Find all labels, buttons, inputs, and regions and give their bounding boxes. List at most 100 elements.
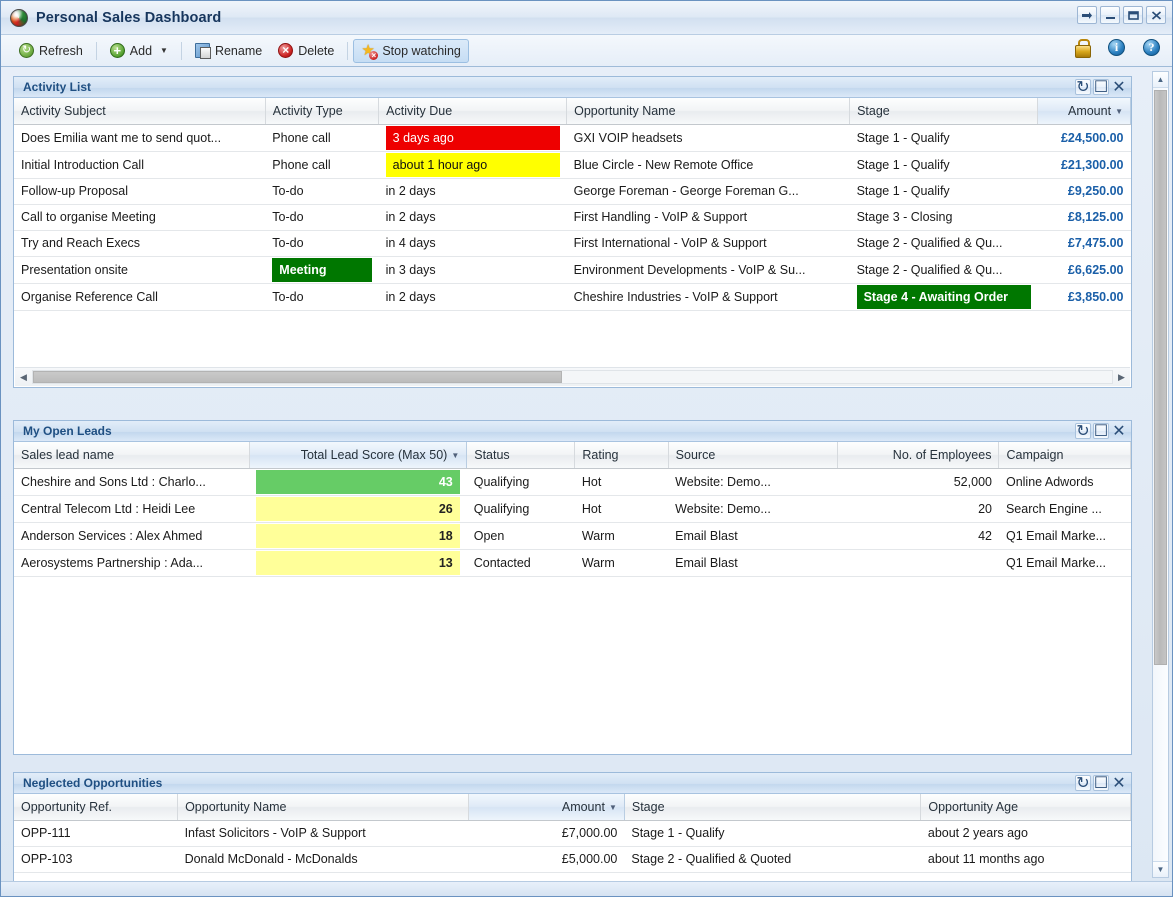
minimize-button[interactable]: [1100, 6, 1120, 24]
scroll-down-arrow-icon[interactable]: ▼: [1153, 861, 1168, 877]
column-header[interactable]: Amount ▼: [468, 794, 625, 821]
rename-button[interactable]: Rename: [187, 39, 270, 63]
main-toolbar: Refresh Add ▼ Rename Delete Stop watchin…: [1, 35, 1172, 67]
lead-score-cell: 13: [249, 549, 467, 577]
table-row[interactable]: Presentation onsite Meeting in 3 days Envir…: [14, 256, 1131, 284]
activity-type-cell: To-do: [265, 204, 379, 231]
panel-maximize-icon[interactable]: ☐: [1093, 423, 1109, 440]
scroll-left-arrow-icon[interactable]: ◀: [15, 369, 32, 386]
activity-due-cell-highlight: about 1 hour ago: [385, 152, 560, 177]
close-button[interactable]: [1146, 6, 1166, 24]
add-icon: [109, 43, 125, 58]
column-header[interactable]: Opportunity Name: [566, 98, 851, 125]
table-row[interactable]: OPP-111 Infast Solicitors - VoIP & Suppor…: [14, 820, 1131, 847]
column-header[interactable]: Activity Due: [378, 98, 568, 125]
refresh-icon: [19, 43, 34, 58]
table-row[interactable]: Follow-up Proposal To-do in 2 days George F…: [14, 178, 1131, 205]
opportunity-age-cell: about 11 months ago: [920, 846, 1131, 873]
delete-button[interactable]: Delete: [270, 39, 342, 63]
table-row[interactable]: Anderson Services : Alex Ahmed 18 Open Warm…: [14, 522, 1131, 550]
opportunity-name-cell: George Foreman - George Foreman G...: [566, 178, 850, 205]
activity-list-horizontal-scrollbar[interactable]: ◀ ▶: [15, 367, 1130, 386]
column-header[interactable]: Stage: [624, 794, 922, 821]
amount-cell: £3,850.00: [1037, 283, 1131, 311]
panel-open-leads: My Open Leads ↻ ☐ ✕ Sales lead name Total…: [13, 420, 1132, 755]
column-header[interactable]: Activity Type: [265, 98, 380, 125]
campaign-cell: Search Engine ...: [998, 495, 1131, 523]
column-header[interactable]: Opportunity Age: [920, 794, 1131, 821]
help-icon[interactable]: ?: [1143, 39, 1160, 56]
grid-body: OPP-111 Infast Solicitors - VoIP & Suppor…: [14, 820, 1131, 873]
vscroll-thumb[interactable]: [1154, 90, 1167, 665]
column-header[interactable]: Stage: [849, 98, 1039, 125]
column-header[interactable]: No. of Employees: [837, 442, 1000, 469]
column-header[interactable]: Source: [668, 442, 839, 469]
column-header[interactable]: Sales lead name: [14, 442, 250, 469]
panel-close-icon[interactable]: ✕: [1111, 423, 1127, 440]
lead-rating-cell: Hot: [574, 495, 669, 523]
scroll-up-arrow-icon[interactable]: ▲: [1153, 72, 1168, 88]
panel-close-icon[interactable]: ✕: [1111, 79, 1127, 96]
lead-name-cell: Anderson Services : Alex Ahmed: [14, 522, 250, 550]
column-header[interactable]: Opportunity Name: [177, 794, 470, 821]
lock-icon[interactable]: [1074, 39, 1091, 58]
panel-refresh-icon[interactable]: ↻: [1075, 79, 1091, 96]
panel-maximize-icon[interactable]: ☐: [1093, 775, 1109, 792]
grid-header-row: Sales lead name Total Lead Score (Max 50)…: [14, 442, 1131, 469]
stage-cell: Stage 2 - Qualified & Qu...: [849, 230, 1038, 257]
amount-cell: £6,625.00: [1037, 256, 1131, 284]
stop-watching-button[interactable]: Stop watching: [353, 38, 469, 63]
info-icon[interactable]: i: [1108, 39, 1125, 56]
table-row[interactable]: Does Emilia want me to send quot... Phone…: [14, 124, 1131, 152]
column-header-label: Opportunity Name: [574, 103, 676, 118]
lead-name-cell: Aerosystems Partnership : Ada...: [14, 549, 250, 577]
column-header-label: Activity Subject: [21, 103, 106, 118]
toolbar-right-icons: i ?: [1074, 39, 1160, 58]
table-row[interactable]: Initial Introduction Call Phone call about…: [14, 151, 1131, 179]
scroll-right-arrow-icon[interactable]: ▶: [1113, 369, 1130, 386]
chevron-down-icon[interactable]: ▼: [160, 46, 168, 55]
opportunity-ref-cell: OPP-111: [14, 820, 178, 847]
panel-maximize-icon[interactable]: ☐: [1093, 79, 1109, 96]
column-header[interactable]: Total Lead Score (Max 50) ▼: [249, 442, 468, 469]
add-button[interactable]: Add ▼: [102, 39, 176, 63]
column-header[interactable]: Campaign: [998, 442, 1131, 469]
lead-score-cell-highlight: 43: [256, 469, 460, 494]
table-row[interactable]: Aerosystems Partnership : Ada... 13 Contac…: [14, 549, 1131, 577]
table-row[interactable]: Organise Reference Call To-do in 2 days Che…: [14, 283, 1131, 311]
opportunity-name-cell: Cheshire Industries - VoIP & Support: [566, 283, 850, 311]
column-header[interactable]: Opportunity Ref.: [14, 794, 179, 821]
column-header[interactable]: Amount ▼: [1037, 98, 1131, 125]
table-row[interactable]: OPP-103 Donald McDonald - McDonalds £5,000…: [14, 846, 1131, 873]
refresh-button[interactable]: Refresh: [11, 39, 91, 63]
column-header-label: Activity Type: [272, 103, 343, 118]
stage-cell: Stage 1 - Qualify: [849, 178, 1038, 205]
table-row[interactable]: Cheshire and Sons Ltd : Charlo... 43 Quali…: [14, 468, 1131, 496]
activity-due-cell: about 1 hour ago: [378, 151, 567, 179]
toolbar-separator: [347, 41, 349, 60]
opportunity-name-cell: First Handling - VoIP & Support: [566, 204, 850, 231]
hscroll-track[interactable]: [32, 370, 1113, 384]
activity-subject-cell: Follow-up Proposal: [14, 178, 266, 205]
table-row[interactable]: Call to organise Meeting To-do in 2 days Fi…: [14, 204, 1131, 231]
table-row[interactable]: Try and Reach Execs To-do in 4 days First I…: [14, 230, 1131, 257]
activity-due-cell: in 2 days: [378, 204, 567, 231]
column-header[interactable]: Status: [466, 442, 576, 469]
amount-cell: £9,250.00: [1037, 178, 1131, 205]
activity-type-cell: To-do: [265, 230, 379, 257]
column-header[interactable]: Rating: [574, 442, 669, 469]
dashboard-vertical-scrollbar[interactable]: ▲ ▼: [1152, 71, 1169, 878]
restore-down-button[interactable]: [1077, 6, 1097, 24]
amount-cell: £8,125.00: [1037, 204, 1131, 231]
star-remove-icon: [361, 43, 379, 60]
opportunity-name-cell: Infast Solicitors - VoIP & Support: [177, 820, 469, 847]
panel-refresh-icon[interactable]: ↻: [1075, 775, 1091, 792]
panel-close-icon[interactable]: ✕: [1111, 775, 1127, 792]
table-row[interactable]: Central Telecom Ltd : Heidi Lee 26 Qualify…: [14, 495, 1131, 523]
maximize-button[interactable]: [1123, 6, 1143, 24]
column-header[interactable]: Activity Subject: [14, 98, 266, 125]
hscroll-thumb[interactable]: [33, 371, 562, 383]
column-header-label: Rating: [582, 447, 619, 462]
toolbar-separator: [180, 41, 182, 60]
panel-refresh-icon[interactable]: ↻: [1075, 423, 1091, 440]
